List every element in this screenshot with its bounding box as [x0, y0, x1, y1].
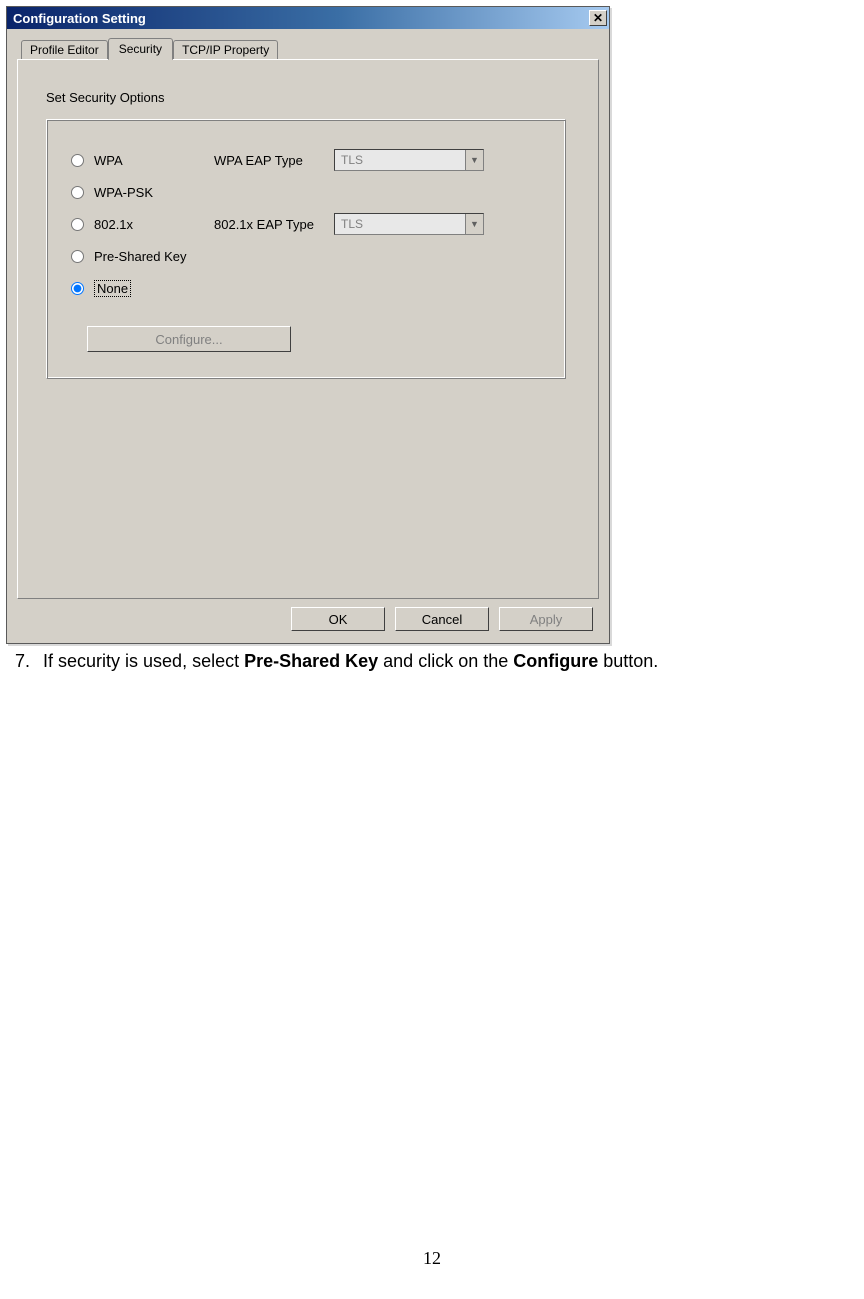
dialog-button-row: OK Cancel Apply	[17, 599, 599, 633]
close-button[interactable]: ✕	[589, 10, 607, 26]
cancel-button[interactable]: Cancel	[395, 607, 489, 631]
option-wpa-row: WPA WPA EAP Type TLS ▼	[71, 144, 545, 176]
tab-profile-editor[interactable]: Profile Editor	[21, 40, 108, 59]
security-options-group: WPA WPA EAP Type TLS ▼ WPA-PSK 802.1x	[46, 119, 566, 379]
radio-label-wpa-psk: WPA-PSK	[94, 185, 214, 200]
radio-label-wpa: WPA	[94, 153, 214, 168]
step-bold-pre-shared-key: Pre-Shared Key	[244, 651, 378, 671]
radio-label-8021x: 802.1x	[94, 217, 214, 232]
dialog-title: Configuration Setting	[13, 11, 146, 26]
chevron-down-icon: ▼	[465, 150, 483, 170]
radio-none[interactable]	[71, 282, 84, 295]
tab-tcpip-property[interactable]: TCP/IP Property	[173, 40, 278, 59]
security-tab-panel: Set Security Options WPA WPA EAP Type TL…	[17, 59, 599, 599]
radio-wpa-psk[interactable]	[71, 186, 84, 199]
radio-8021x[interactable]	[71, 218, 84, 231]
group-title: Set Security Options	[46, 90, 578, 105]
option-psk-row: Pre-Shared Key	[71, 240, 545, 272]
8021x-eap-type-select[interactable]: TLS ▼	[334, 213, 484, 235]
step-bold-configure: Configure	[513, 651, 598, 671]
radio-label-none: None	[94, 280, 131, 297]
page-number: 12	[0, 1248, 864, 1269]
tab-security[interactable]: Security	[108, 38, 173, 60]
step-text-prefix: If security is used, select	[43, 651, 244, 671]
radio-pre-shared-key[interactable]	[71, 250, 84, 263]
wpa-eap-type-label: WPA EAP Type	[214, 153, 334, 168]
radio-wpa[interactable]	[71, 154, 84, 167]
tab-strip: Profile Editor Security TCP/IP Property	[21, 37, 599, 59]
apply-button[interactable]: Apply	[499, 607, 593, 631]
close-icon: ✕	[593, 12, 603, 24]
ok-button[interactable]: OK	[291, 607, 385, 631]
instruction-step-7: 7. If security is used, select Pre-Share…	[6, 650, 858, 673]
chevron-down-icon: ▼	[465, 214, 483, 234]
8021x-eap-type-label: 802.1x EAP Type	[214, 217, 334, 232]
dialog-titlebar: Configuration Setting ✕	[7, 7, 609, 29]
option-wpa-psk-row: WPA-PSK	[71, 176, 545, 208]
wpa-eap-type-value: TLS	[335, 151, 465, 169]
step-number: 7.	[6, 650, 30, 673]
option-8021x-row: 802.1x 802.1x EAP Type TLS ▼	[71, 208, 545, 240]
radio-label-pre-shared-key: Pre-Shared Key	[94, 249, 214, 264]
step-text-mid: and click on the	[378, 651, 513, 671]
configure-button[interactable]: Configure...	[87, 326, 291, 352]
step-text-suffix: button.	[598, 651, 658, 671]
8021x-eap-type-value: TLS	[335, 215, 465, 233]
wpa-eap-type-select[interactable]: TLS ▼	[334, 149, 484, 171]
configuration-setting-dialog: Configuration Setting ✕ Profile Editor S…	[6, 6, 610, 644]
option-none-row: None	[71, 272, 545, 304]
